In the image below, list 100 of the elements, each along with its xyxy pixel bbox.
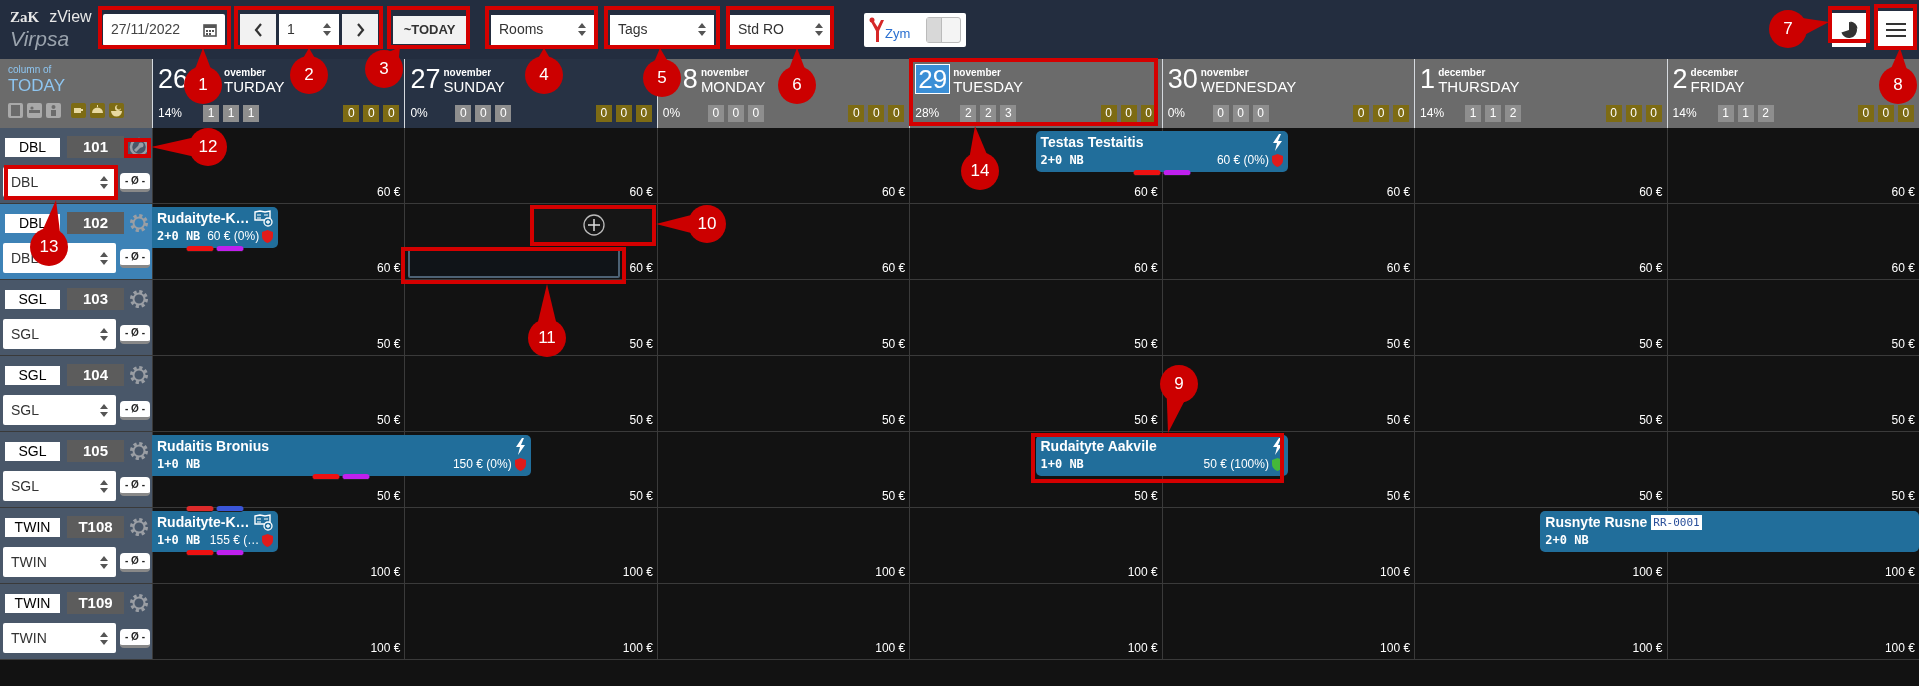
meal-badge: 0 [1120,104,1137,122]
meal-badge: 0 [888,104,905,122]
callout-tooltip: 9 [1160,365,1198,433]
room-number: 101 [67,136,124,158]
count-badge: 0 [747,104,764,122]
price-text: 50 € [1891,337,1915,351]
occupancy-text: 0% [662,105,682,122]
booking-price: 60 € (0%) [207,228,260,245]
price-text: 60 € [377,261,401,275]
booking-price: 150 € (0%) [452,456,512,473]
month-name: november [953,67,1002,78]
guest-name: Rudaitis Bronius [157,437,269,455]
price-text: 50 € [1891,413,1915,427]
price-text: 50 € [1134,337,1158,351]
price-text: 100 € [622,641,653,655]
meal-badge: 0 [1645,104,1662,122]
guest-name: Rusnyte Rusne [1545,513,1648,531]
count-badge: 1 [203,104,219,122]
price-text: 100 € [1127,641,1158,655]
meal-badge: 0 [868,104,885,122]
callout-tooltip: 7 [1769,10,1829,48]
count-badge: 2 [1505,104,1522,122]
day-number: 2 [1672,64,1688,94]
meal-badge: 0 [848,104,865,122]
count-badge: 3 [1000,104,1017,122]
price-text: 50 € [629,489,653,503]
price-text: 100 € [370,565,401,579]
callout-tooltip: 10 [656,205,726,243]
weekday-name: THURSDAY [1438,78,1520,95]
count-badge: 0 [727,104,744,122]
app-name: zView [49,7,92,26]
weekday-name: FRIDAY [1690,78,1745,95]
callout-tooltip: 3 [365,47,403,88]
price-text: 100 € [1632,565,1663,579]
price-text: 50 € [1386,337,1411,351]
price-text: 50 € [1134,489,1158,503]
price-text: 50 € [377,337,401,351]
booking-price: 60 € (0%) [1216,152,1269,169]
room-number: 105 [67,440,124,462]
price-text: 100 € [1380,565,1411,579]
count-badge: 0 [707,104,724,122]
column-title: TODAY [8,76,66,96]
guest-count: 1+0 NB [157,532,201,549]
price-text: 100 € [1884,565,1915,579]
guest-count: 2+0 NB [1545,532,1589,549]
weekday-name: TURDAY [224,78,285,95]
month-name: november [700,67,750,78]
price-text: 50 € [629,413,653,427]
count-badge: 0 [475,104,492,122]
price-text: 50 € [881,413,906,427]
room-type-label: SGL [5,289,60,309]
price-text: 60 € [1639,185,1663,199]
price-text: 50 € [1386,413,1411,427]
booking-price: 50 € (100%) [1203,456,1269,473]
price-text: 50 € [1639,489,1663,503]
room-type-label: SGL [5,441,60,461]
meal-badge: 0 [635,104,652,122]
meal-badge: 0 [1393,104,1410,122]
meal-badge: 0 [1857,104,1874,122]
count-badge: 0 [455,104,472,122]
count-badge: 2 [980,104,997,122]
meal-badge: 0 [363,104,380,122]
callout-tooltip: 6 [778,48,816,104]
callout-tooltip: 12 [151,128,227,166]
guest-count: 1+0 NB [1040,456,1084,473]
month-name: november [443,67,493,78]
booking-code: RR-0001 [1651,514,1702,530]
price-text: 100 € [875,641,906,655]
weekday-name: TUESDAY [953,78,1023,95]
meal-badge: 0 [1100,104,1117,122]
meal-badge: 0 [1373,104,1390,122]
price-text: 100 € [1884,641,1915,655]
property-name: Virpsa [10,25,71,52]
price-text: 60 € [1134,261,1158,275]
price-text: 100 € [1632,641,1663,655]
guest-name: Rudaityte Aakvile [1040,437,1157,455]
callout-tooltip: 4 [525,48,563,94]
price-text: 60 € [1891,261,1915,275]
callout-tooltip: 14 [961,126,999,190]
room-type-label: SGL [5,365,60,385]
meal-badge: 0 [615,104,632,122]
price-text: 50 € [1386,489,1411,503]
price-text: 50 € [629,337,653,351]
count-badge: 1 [1465,104,1482,122]
count-badge: 0 [495,104,512,122]
day-number: 1 [1420,64,1436,94]
brand-name: Zym [885,24,911,43]
room-type-label: TWIN [5,593,60,613]
price-text: 60 € [1891,185,1915,199]
price-text: 50 € [1134,413,1158,427]
occupancy-text: 0% [410,105,429,122]
price-text: 50 € [377,413,401,427]
price-text: 60 € [377,185,401,199]
guest-count: 2+0 NB [157,228,201,245]
occupancy-text: 14% [158,105,184,122]
price-text: 100 € [622,565,653,579]
meal-badge: 0 [1877,104,1894,122]
price-text: 60 € [1386,261,1411,275]
room-number: 102 [67,212,124,234]
guest-name: Rudaityte-K… [157,209,250,227]
